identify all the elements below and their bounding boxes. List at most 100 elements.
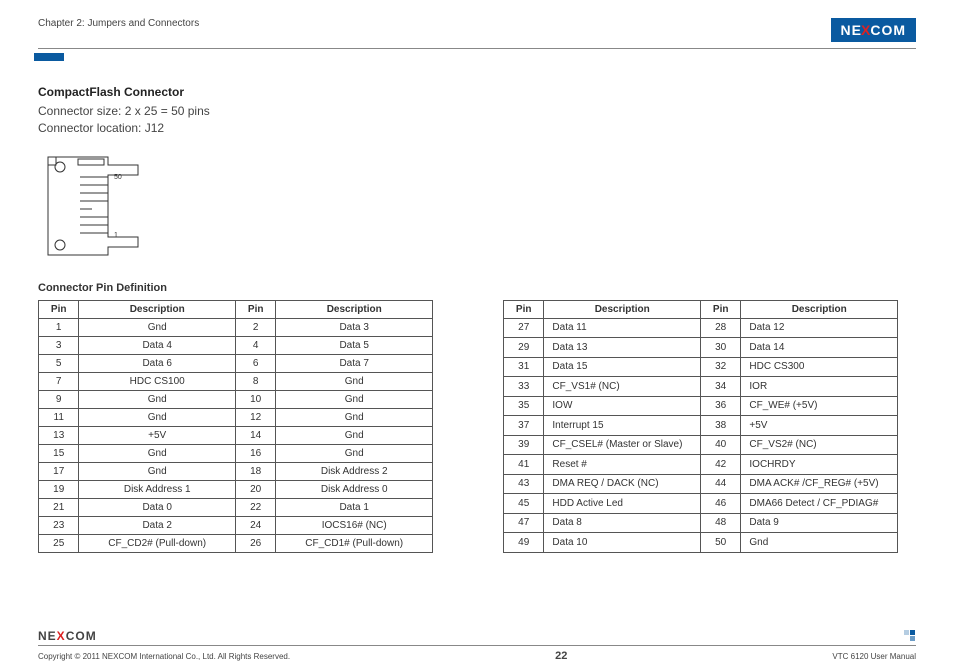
desc-cell: CF_CD1# (Pull-down) [276, 534, 433, 552]
table-row: 11Gnd12Gnd [39, 408, 433, 426]
desc-cell: Data 4 [79, 336, 236, 354]
pin-cell: 38 [700, 416, 740, 436]
desc-cell: Gnd [276, 408, 433, 426]
col-desc: Description [79, 300, 236, 318]
table-row: 7HDC CS1008Gnd [39, 372, 433, 390]
desc-cell: DMA66 Detect / CF_PDIAG# [741, 494, 898, 514]
pin-cell: 24 [235, 516, 275, 534]
table-row: 33CF_VS1# (NC)34IOR [504, 377, 898, 397]
logo-text-post: COM [870, 22, 906, 38]
desc-cell: Data 1 [276, 498, 433, 516]
section-title: CompactFlash Connector [38, 85, 916, 99]
table-row: 25CF_CD2# (Pull-down)26CF_CD1# (Pull-dow… [39, 534, 433, 552]
col-pin: Pin [504, 300, 544, 318]
table-row: 29Data 1330Data 14 [504, 338, 898, 358]
copyright: Copyright © 2011 NEXCOM International Co… [38, 652, 290, 661]
pin-cell: 25 [39, 534, 79, 552]
pin-cell: 35 [504, 396, 544, 416]
logo-text-pre: NE [841, 22, 862, 38]
table-row: 49Data 1050Gnd [504, 533, 898, 553]
table-row: 15Gnd16Gnd [39, 444, 433, 462]
table-row: 41Reset #42IOCHRDY [504, 455, 898, 475]
desc-cell: IOCHRDY [741, 455, 898, 475]
desc-cell: Data 10 [544, 533, 701, 553]
desc-cell: Gnd [79, 390, 236, 408]
desc-cell: Disk Address 1 [79, 480, 236, 498]
desc-cell: IOR [741, 377, 898, 397]
pin-cell: 49 [504, 533, 544, 553]
desc-cell: Data 5 [276, 336, 433, 354]
desc-cell: CF_CD2# (Pull-down) [79, 534, 236, 552]
col-desc: Description [276, 300, 433, 318]
chapter-title: Chapter 2: Jumpers and Connectors [38, 18, 199, 29]
pin-cell: 4 [235, 336, 275, 354]
desc-cell: Data 0 [79, 498, 236, 516]
desc-cell: Gnd [79, 408, 236, 426]
table-row: 27Data 1128Data 12 [504, 318, 898, 338]
desc-cell: Gnd [276, 426, 433, 444]
desc-cell: Data 13 [544, 338, 701, 358]
pin-cell: 48 [700, 513, 740, 533]
pin-cell: 19 [39, 480, 79, 498]
pin-cell: 7 [39, 372, 79, 390]
desc-cell: DMA REQ / DACK (NC) [544, 474, 701, 494]
desc-cell: Data 3 [276, 318, 433, 336]
table-row: 17Gnd18Disk Address 2 [39, 462, 433, 480]
diagram-pin-top: 50 [114, 174, 122, 181]
pin-table-right: Pin Description Pin Description 27Data 1… [503, 300, 898, 553]
pin-cell: 29 [504, 338, 544, 358]
pin-cell: 47 [504, 513, 544, 533]
pin-cell: 3 [39, 336, 79, 354]
desc-cell: CF_VS2# (NC) [741, 435, 898, 455]
desc-cell: IOCS16# (NC) [276, 516, 433, 534]
brand-logo: NEXCOM [831, 18, 916, 42]
desc-cell: HDC CS100 [79, 372, 236, 390]
pin-definition-title: Connector Pin Definition [38, 282, 916, 294]
desc-cell: HDC CS300 [741, 357, 898, 377]
divider [38, 48, 916, 49]
pin-cell: 9 [39, 390, 79, 408]
table-row: 9Gnd10Gnd [39, 390, 433, 408]
pin-cell: 39 [504, 435, 544, 455]
pin-cell: 50 [700, 533, 740, 553]
pin-cell: 43 [504, 474, 544, 494]
pin-cell: 41 [504, 455, 544, 475]
connector-location: Connector location: J12 [38, 120, 916, 137]
pin-cell: 33 [504, 377, 544, 397]
table-row: 43DMA REQ / DACK (NC)44DMA ACK# /CF_REG#… [504, 474, 898, 494]
desc-cell: Data 6 [79, 354, 236, 372]
table-row: 1Gnd2Data 3 [39, 318, 433, 336]
table-row: 21Data 022Data 1 [39, 498, 433, 516]
desc-cell: +5V [741, 416, 898, 436]
desc-cell: Disk Address 2 [276, 462, 433, 480]
desc-cell: Gnd [276, 390, 433, 408]
table-row: 5Data 66Data 7 [39, 354, 433, 372]
pin-cell: 14 [235, 426, 275, 444]
pin-cell: 12 [235, 408, 275, 426]
col-pin: Pin [700, 300, 740, 318]
pin-cell: 36 [700, 396, 740, 416]
pin-cell: 17 [39, 462, 79, 480]
pin-cell: 5 [39, 354, 79, 372]
desc-cell: CF_CSEL# (Master or Slave) [544, 435, 701, 455]
doc-title: VTC 6120 User Manual [832, 652, 916, 661]
col-desc: Description [544, 300, 701, 318]
pin-cell: 18 [235, 462, 275, 480]
table-row: 13+5V14Gnd [39, 426, 433, 444]
table-row: 3Data 44Data 5 [39, 336, 433, 354]
pin-cell: 8 [235, 372, 275, 390]
pin-cell: 16 [235, 444, 275, 462]
table-row: 47Data 848Data 9 [504, 513, 898, 533]
desc-cell: Data 12 [741, 318, 898, 338]
pin-cell: 13 [39, 426, 79, 444]
pin-cell: 26 [235, 534, 275, 552]
desc-cell: Disk Address 0 [276, 480, 433, 498]
table-row: 31Data 1532HDC CS300 [504, 357, 898, 377]
pin-cell: 32 [700, 357, 740, 377]
desc-cell: Data 15 [544, 357, 701, 377]
diagram-pin-bot: 1 [114, 232, 118, 239]
pin-cell: 15 [39, 444, 79, 462]
desc-cell: Data 11 [544, 318, 701, 338]
desc-cell: CF_VS1# (NC) [544, 377, 701, 397]
col-pin: Pin [39, 300, 79, 318]
